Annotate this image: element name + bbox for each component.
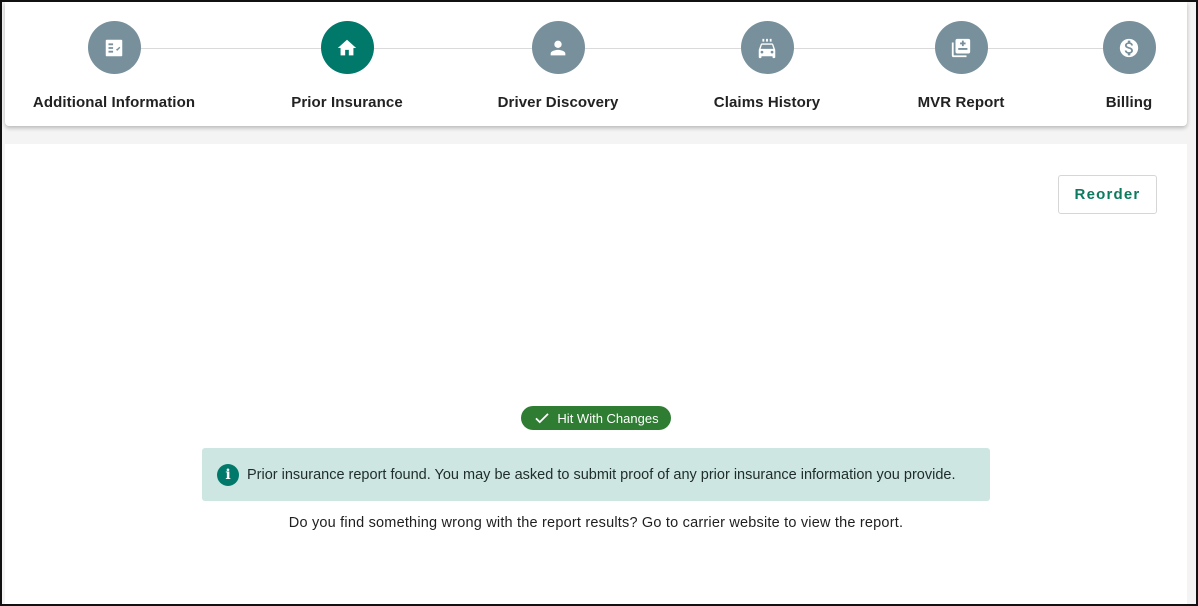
- car-crash-icon: [758, 38, 776, 58]
- check-icon: [535, 413, 550, 424]
- progress-stepper: Additional Information Prior Insurance D…: [5, 2, 1187, 126]
- home-icon: [337, 39, 357, 55]
- checklist-icon: [105, 39, 123, 56]
- dollar-icon: [1119, 38, 1139, 57]
- step-billing[interactable]: Billing: [1079, 2, 1179, 126]
- step-mvr-report[interactable]: MVR Report: [896, 2, 1026, 126]
- report-icon: [951, 38, 971, 57]
- status-badge: Hit With Changes: [521, 406, 671, 430]
- step-circle: [934, 21, 988, 74]
- info-alert: i Prior insurance report found. You may …: [202, 448, 990, 501]
- status-badge-label: Hit With Changes: [557, 410, 659, 426]
- step-circle: [87, 21, 141, 74]
- person-icon: [550, 40, 566, 55]
- report-panel: [5, 144, 1187, 606]
- step-prior-insurance[interactable]: Prior Insurance: [277, 2, 417, 126]
- step-additional-information[interactable]: Additional Information: [32, 2, 196, 126]
- step-label: MVR Report: [917, 94, 1005, 111]
- step-claims-history[interactable]: Claims History: [697, 2, 837, 126]
- step-label: Additional Information: [32, 94, 196, 111]
- step-label: Prior Insurance: [291, 94, 403, 111]
- info-alert-text: Prior insurance report found. You may be…: [247, 466, 956, 483]
- step-label: Billing: [1105, 94, 1153, 111]
- report-help-text: Do you find something wrong with the rep…: [288, 515, 904, 531]
- reorder-button[interactable]: Reorder: [1058, 175, 1157, 214]
- step-circle: [1102, 21, 1156, 74]
- step-circle-active: [320, 21, 374, 74]
- info-icon: i: [217, 463, 239, 486]
- step-circle: [740, 21, 794, 74]
- step-circle: [531, 21, 585, 74]
- step-driver-discovery[interactable]: Driver Discovery: [483, 2, 633, 126]
- step-label: Driver Discovery: [497, 94, 619, 111]
- step-label: Claims History: [713, 94, 821, 111]
